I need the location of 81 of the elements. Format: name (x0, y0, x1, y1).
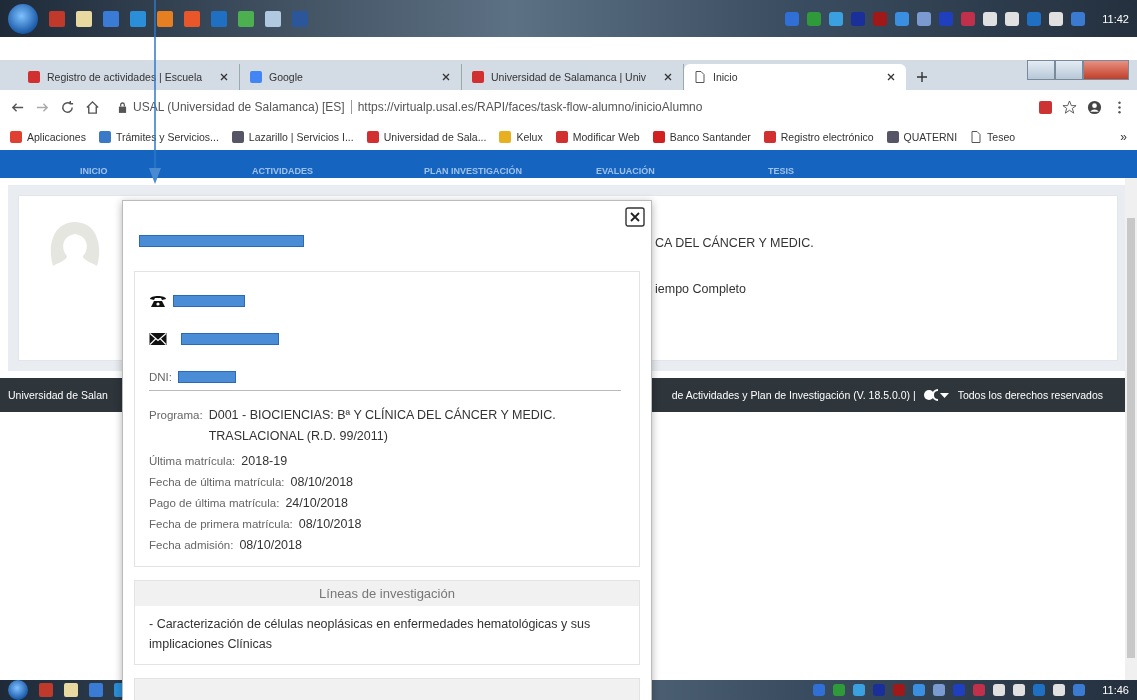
telephone-icon (149, 294, 167, 308)
profile-text: iempo Completo (655, 282, 747, 296)
bookmark-item[interactable]: Universidad de Sala... (366, 131, 487, 143)
field-label: Fecha de primera matrícula: (149, 517, 293, 532)
reload-icon[interactable] (60, 99, 75, 115)
scrollbar-thumb[interactable] (1127, 218, 1135, 658)
tray-icon[interactable] (983, 11, 998, 26)
new-tab-icon[interactable] (916, 71, 928, 83)
page-icon (970, 131, 983, 143)
browser-tab[interactable]: Inicio (684, 64, 906, 90)
redaction-bar (178, 371, 236, 383)
close-icon[interactable] (886, 72, 896, 82)
url-text: https://virtualp.usal.es/RAPI/faces/task-flow-alumno/inicioAlumno (357, 100, 703, 114)
footer-text: Todos los derechos reservados (957, 389, 1103, 401)
clock: 11:46 (1102, 684, 1129, 696)
minimize-button[interactable] (1027, 60, 1055, 80)
bookmark-item[interactable]: QUATERNI (886, 131, 958, 143)
bookmark-item[interactable]: Banco Santander (652, 131, 751, 143)
footer-text: Universidad de Salan (8, 389, 108, 401)
bookmark-item[interactable]: Teseo (970, 131, 1016, 143)
favicon-icon (10, 131, 22, 143)
close-icon[interactable] (219, 72, 229, 82)
taskbar-app-icon[interactable] (76, 10, 92, 27)
bookmark-item[interactable]: Aplicaciones (10, 131, 86, 143)
field-value: 24/10/2018 (285, 495, 348, 512)
home-icon[interactable] (85, 99, 100, 115)
close-icon[interactable] (663, 72, 673, 82)
footer-text: de Actividades y Plan de Investigación (V. 18.5.0.0) | (671, 389, 916, 401)
redaction-bar (173, 295, 245, 307)
tray-icon[interactable] (1053, 684, 1066, 696)
favicon-icon (98, 131, 111, 143)
field-label: Última matrícula: (149, 454, 236, 469)
favicon-icon (231, 131, 244, 143)
close-icon[interactable] (625, 207, 645, 227)
start-button[interactable] (8, 3, 38, 34)
taskbar-app-icon[interactable] (157, 10, 173, 27)
bookmark-item[interactable]: Modificar Web (555, 131, 640, 143)
profile-text: CA DEL CÁNCER Y MEDIC. (655, 236, 814, 250)
tray-icon[interactable] (1049, 11, 1064, 26)
section-text: - Caracterización de células neoplásicas en enfermedades hematológicas y sus implicaciones Clínicas (148, 616, 592, 653)
bookmark-item[interactable]: Kelux (499, 131, 543, 143)
field-label: Fecha de última matrícula: (149, 475, 285, 490)
favicon-icon (472, 71, 484, 83)
tray-icon[interactable] (1013, 684, 1026, 696)
envelope-icon (149, 332, 167, 346)
field-value: 08/10/2018 (290, 474, 354, 491)
more-bookmarks-button[interactable]: » (1120, 130, 1127, 144)
field-value: 08/10/2018 (298, 516, 362, 533)
field-value: 08/10/2018 (239, 537, 302, 554)
maximize-button[interactable] (1055, 60, 1083, 80)
field-value: 2018-19 (241, 453, 288, 470)
bookmark-star-icon[interactable] (1062, 99, 1077, 115)
field-value: D001 - BIOCIENCIAS: Bª Y CLÍNICA DEL CÁNCER Y MEDIC. TRASLACIONAL (R.D. 99/2011) (208, 406, 557, 445)
clock: 11:42 (1102, 12, 1129, 25)
field-label: Pago de última matrícula: (149, 496, 280, 511)
bookmark-item[interactable]: Registro electrónico (763, 131, 874, 143)
start-button[interactable] (8, 680, 28, 700)
close-window-button[interactable] (1083, 60, 1129, 80)
field-label: Fecha admisión: (149, 538, 234, 553)
field-label: Programa: (149, 408, 203, 423)
favicon-icon (250, 71, 262, 83)
tray-icon[interactable] (1005, 11, 1020, 26)
lock-icon (118, 101, 127, 113)
favicon-icon (499, 131, 512, 143)
logo-icon (923, 389, 950, 401)
favicon-icon (28, 71, 40, 83)
extension-icon[interactable] (1039, 100, 1052, 114)
favicon-icon (366, 131, 379, 143)
close-icon[interactable] (441, 72, 451, 82)
scrollbar[interactable] (1125, 178, 1137, 680)
favicon-icon (555, 131, 568, 143)
taskbar-app-icon[interactable] (265, 10, 281, 27)
page-icon (694, 71, 706, 83)
favicon-icon (652, 131, 665, 143)
favicon-icon (886, 131, 899, 143)
tray-icon[interactable] (993, 684, 1006, 696)
favicon-icon (763, 131, 776, 143)
section-header: Líneas de investigación (135, 581, 639, 606)
bookmark-item[interactable]: Lazarillo | Servicios I... (231, 131, 354, 143)
dni-label: DNI: (149, 371, 172, 383)
profile-icon[interactable] (1087, 99, 1102, 115)
